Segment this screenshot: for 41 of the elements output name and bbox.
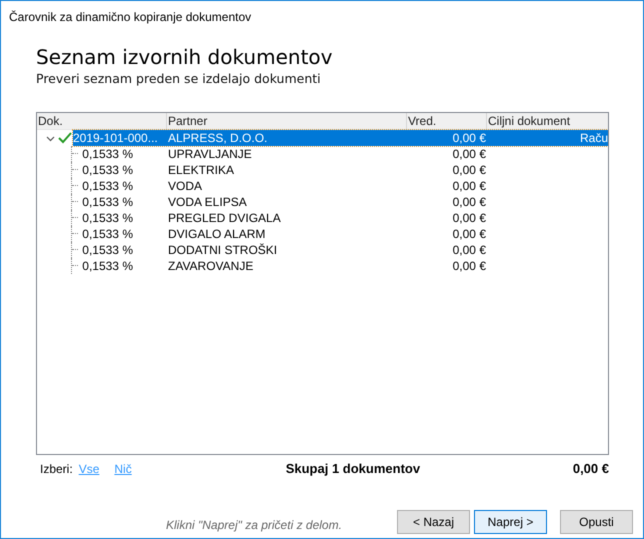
wizard-button[interactable]: < Nazaj xyxy=(397,510,470,534)
total-value: 0,00 € xyxy=(572,460,609,478)
window-title: Čarovnik za dinamično kopiranje dokumentov xyxy=(9,10,252,24)
table-cell-text: 0,1533 % xyxy=(81,258,134,274)
wizard-button[interactable]: Naprej > xyxy=(474,510,547,534)
table-cell-text: DVIGALO ALARM xyxy=(167,226,266,242)
select-label: Izberi: xyxy=(40,461,73,478)
checkmark-icon[interactable] xyxy=(58,132,72,144)
wizard-button[interactable]: Opusti xyxy=(560,510,633,534)
table-cell-text: 0,00 € xyxy=(452,258,487,274)
table-cell-text: 0,00 € xyxy=(452,226,487,242)
table-cell-text: 0,00 € xyxy=(452,242,487,258)
table-cell-text: VODA xyxy=(167,178,204,194)
table-cell-text: 0,00 € xyxy=(452,130,487,146)
table-cell-text: UPRAVLJANJE xyxy=(167,146,253,162)
table-cell-text: DODATNI STROŠKI xyxy=(167,242,278,258)
tree-row[interactable]: 2019-101-000... ALPRESS, D.O.O. 0,00 € Raču xyxy=(73,130,608,146)
table-cell-text: 0,1533 % xyxy=(81,146,134,162)
hint-text: Klikni "Naprej" za pričeti z delom. xyxy=(166,517,342,534)
table-cell-text: PREGLED DVIGALA xyxy=(167,210,282,226)
table-cell-text: ZAVAROVANJE xyxy=(167,258,254,274)
chevron-icon[interactable] xyxy=(46,134,55,142)
table-cell-text: 0,1533 % xyxy=(81,242,134,258)
table-cell-text: 0,00 € xyxy=(452,146,487,162)
page-subtitle: Preveri seznam preden se izdelajo dokumenti xyxy=(36,71,322,87)
table-cell-text: VODA ELIPSA xyxy=(167,194,248,210)
table-cell-text: 0,00 € xyxy=(452,210,487,226)
table-cell-text: 0,00 € xyxy=(452,194,487,210)
total-label: Skupaj 1 dokumentov xyxy=(286,460,420,478)
page-heading: Seznam izvornih dokumentov xyxy=(36,45,334,69)
table-cell-text: 0,1533 % xyxy=(81,210,134,226)
table-cell-text: Raču xyxy=(578,130,608,146)
table-cell-text: 2019-101-000... xyxy=(73,130,159,146)
table-cell-text: 0,1533 % xyxy=(81,226,134,242)
table-cell-text: 0,1533 % xyxy=(81,178,134,194)
table-cell-text: ELEKTRIKA xyxy=(167,162,236,178)
table-cell-text: 0,00 € xyxy=(452,162,487,178)
table-cell-text: 0,00 € xyxy=(452,178,487,194)
table-cell-text: 0,1533 % xyxy=(81,162,134,178)
table-cell-text: ALPRESS, D.O.O. xyxy=(167,130,268,146)
table-cell-text: 0,1533 % xyxy=(81,194,134,210)
